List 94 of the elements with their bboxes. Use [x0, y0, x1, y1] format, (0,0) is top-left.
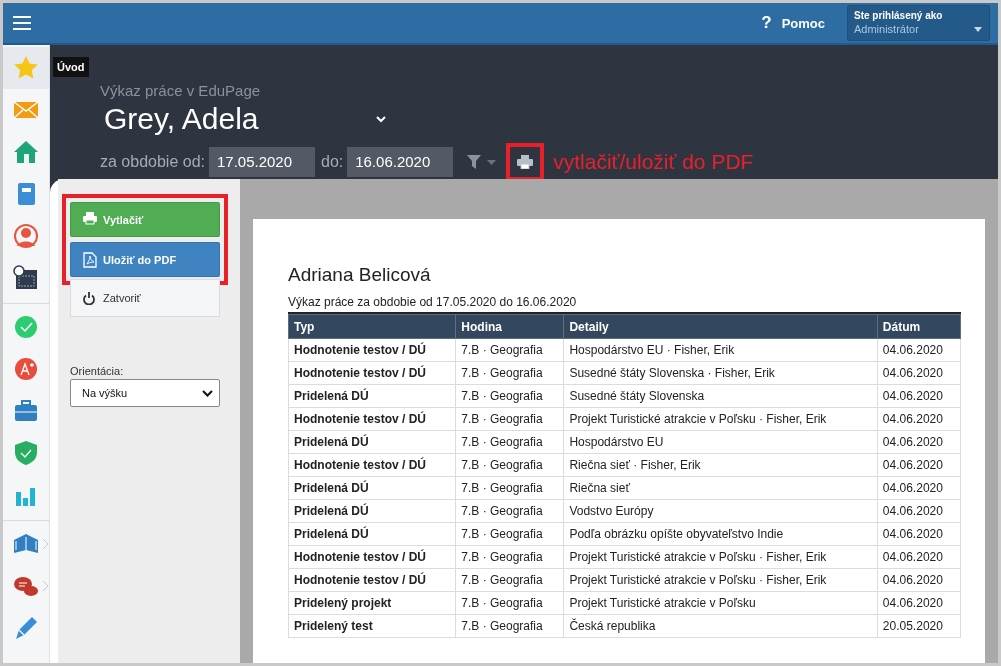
printer-icon [517, 155, 534, 169]
table-cell: 7.B · Geografia [455, 614, 564, 638]
table-cell: 7.B · Geografia [455, 338, 564, 362]
table-cell: 7.B · Geografia [455, 384, 564, 408]
table-cell: Projekt Turistické atrakcie v Poľsku · Fisher, Erik [563, 568, 878, 592]
date-field[interactable]: 16.06.2020 [347, 147, 454, 177]
caret-icon [487, 159, 497, 165]
date-field[interactable]: 17.05.2020 [209, 147, 315, 177]
table-cell: Susedné štáty Slovenska · Fisher, Erik [563, 361, 878, 385]
annotation-text: vytlačiť/uložiť do PDF [553, 150, 754, 174]
table-cell: Pridelená DÚ [288, 430, 456, 454]
table-cell: Podľa obrázku opíšte obyvateľstvo Indie [563, 522, 878, 546]
table-cell: Riečna sieť · Fisher, Erik [563, 453, 878, 477]
table-cell: 7.B · Geografia [455, 476, 564, 500]
date-label: do: [321, 153, 344, 171]
shield-icon [13, 440, 39, 466]
table-cell: 7.B · Geografia [455, 568, 564, 592]
table-cell: Pridelená DÚ [288, 522, 456, 546]
table-cell: 7.B · Geografia [455, 545, 564, 569]
table-cell: Vodstvo Európy [563, 499, 878, 523]
briefcase-icon [13, 398, 39, 424]
table-cell: Česká republika [563, 614, 878, 638]
filter-button[interactable] [467, 155, 497, 169]
table-cell: Susedné štáty Slovenska [563, 384, 878, 408]
table-cell: 7.B · Geografia [455, 430, 564, 454]
user-role: Administrátor [854, 23, 919, 35]
table-cell: 7.B · Geografia [455, 407, 564, 431]
table-cell: 04.06.2020 [877, 361, 961, 385]
page-subtitle: Výkaz práce v EduPage [100, 82, 262, 99]
table-cell: 7.B · Geografia [455, 361, 564, 385]
table-cell: 04.06.2020 [877, 338, 961, 362]
column-header: Hodina [455, 314, 564, 339]
table-cell: 7.B · Geografia [455, 522, 564, 546]
table-cell: 7.B · Geografia [455, 453, 564, 477]
table-cell: 04.06.2020 [877, 545, 961, 569]
check-badge-icon [13, 314, 39, 340]
user-caption: Ste prihlásený ako [854, 10, 944, 21]
person-icon [13, 223, 39, 249]
table-cell: Projekt Turistické atrakcie v Poľsku [563, 591, 878, 615]
grade-badge-icon [13, 356, 39, 382]
table-cell: Hodnotenie testov / DÚ [288, 568, 456, 592]
table-cell: Hodnotenie testov / DÚ [288, 453, 456, 477]
table-cell: 04.06.2020 [877, 476, 961, 500]
table-cell: Pridelená DÚ [288, 384, 456, 408]
table-cell: 7.B · Geografia [455, 591, 564, 615]
table-cell: 04.06.2020 [877, 522, 961, 546]
help-link[interactable]: ? Pomoc [761, 13, 825, 33]
tooltip: Úvod [53, 57, 89, 77]
table-cell: Hodnotenie testov / DÚ [288, 338, 456, 362]
close-button[interactable]: Zatvoriť [70, 279, 220, 317]
power-icon [83, 291, 95, 305]
chevron-down-icon [376, 115, 386, 123]
chevron-down-icon [202, 389, 213, 397]
table-cell: Hodnotenie testov / DÚ [288, 361, 456, 385]
table-cell: 04.06.2020 [877, 499, 961, 523]
table-cell: 20.05.2020 [877, 614, 961, 638]
pdf-file-icon [83, 251, 97, 268]
filter-icon [467, 155, 482, 169]
table-cell: Pridelená DÚ [288, 499, 456, 523]
pen-icon [13, 615, 39, 641]
column-header: Dátum [877, 314, 961, 339]
user-menu[interactable]: Ste prihlásený ako Administrátor [847, 5, 990, 41]
caret-icon [974, 27, 982, 32]
table-cell: 7.B · Geografia [455, 499, 564, 523]
house-icon [13, 139, 39, 165]
date-label: za obdobie od: [100, 153, 205, 171]
report-title: Adriana Belicová [288, 264, 432, 286]
table-cell: 04.06.2020 [877, 591, 961, 615]
table-cell: Hodnotenie testov / DÚ [288, 545, 456, 569]
table-cell: 04.06.2020 [877, 568, 961, 592]
table-cell: Hospodárstvo EU [563, 430, 878, 454]
help-icon: ? [761, 13, 772, 33]
star-icon [13, 55, 39, 81]
orientation-label: Orientácia: [70, 365, 125, 377]
table-cell: Hospodárstvo EU · Fisher, Erik [563, 338, 878, 362]
table-cell: Pridelená DÚ [288, 476, 456, 500]
column-header: Detaily [563, 314, 878, 339]
table-cell: 04.06.2020 [877, 430, 961, 454]
printer-icon [83, 211, 97, 228]
column-header: Typ [288, 314, 456, 339]
calendar-icon [13, 265, 39, 291]
save-pdf-button[interactable]: Uložiť do PDF [70, 242, 220, 277]
person-selector[interactable]: Grey, Adela [100, 101, 376, 137]
table-cell: Projekt Turistické atrakcie v Poľsku · Fisher, Erik [563, 545, 878, 569]
table-cell: 04.06.2020 [877, 453, 961, 477]
table-cell: Hodnotenie testov / DÚ [288, 407, 456, 431]
table-cell: Pridelený test [288, 614, 456, 638]
menu-icon[interactable] [13, 16, 31, 30]
table-cell: Riečna sieť [563, 476, 878, 500]
orientation-select[interactable]: Na výšku [70, 379, 220, 407]
table-cell: Pridelený projekt [288, 591, 456, 615]
table-cell: Projekt Turistické atrakcie v Poľsku · Fisher, Erik [563, 407, 878, 431]
table-cell: 04.06.2020 [877, 407, 961, 431]
table-cell: 04.06.2020 [877, 384, 961, 408]
